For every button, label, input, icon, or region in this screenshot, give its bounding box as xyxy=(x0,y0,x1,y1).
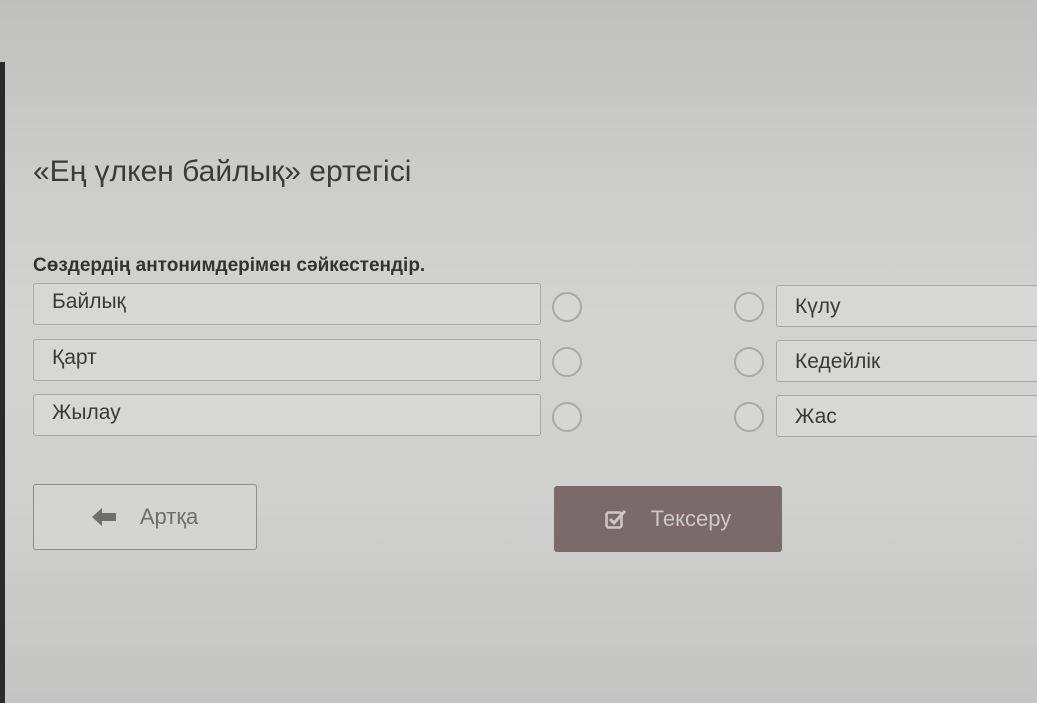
right-item-zhas[interactable]: Жас xyxy=(776,395,1037,437)
right-connector-2[interactable] xyxy=(734,347,764,377)
left-connector-1[interactable] xyxy=(552,292,582,322)
left-connector-2[interactable] xyxy=(552,347,582,377)
right-item-kulu[interactable]: Күлу xyxy=(776,285,1037,327)
check-button[interactable]: Тексеру xyxy=(554,486,782,552)
left-connector-3[interactable] xyxy=(552,402,582,432)
check-button-label: Тексеру xyxy=(650,506,732,531)
left-item-zhylau[interactable]: Жылау xyxy=(33,394,541,436)
right-item-kedeilik[interactable]: Кедейлік xyxy=(776,340,1037,382)
task-instruction: Сөздердің антонимдерімен сәйкестендір. xyxy=(33,255,426,276)
checkbox-checked-icon xyxy=(604,509,627,529)
back-button[interactable]: Артқа xyxy=(33,484,257,550)
page-title: «Ең үлкен байлық» ертегісі xyxy=(33,155,412,188)
left-edge-bar xyxy=(0,62,5,703)
left-item-qart[interactable]: Қарт xyxy=(33,339,541,381)
back-button-label: Артқа xyxy=(139,504,199,529)
right-connector-1[interactable] xyxy=(734,292,764,322)
left-item-bailyq[interactable]: Байлық xyxy=(33,283,541,325)
right-connector-3[interactable] xyxy=(734,402,764,432)
arrow-left-icon xyxy=(91,508,116,526)
